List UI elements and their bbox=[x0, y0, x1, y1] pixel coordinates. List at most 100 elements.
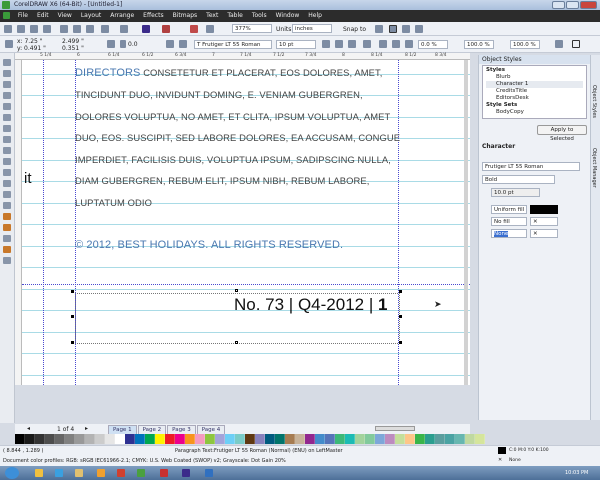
palette-swatch[interactable] bbox=[105, 434, 115, 444]
palette-swatch[interactable] bbox=[415, 434, 425, 444]
fill-tool-icon[interactable] bbox=[3, 246, 11, 253]
zoom-tool-icon[interactable] bbox=[3, 92, 11, 99]
zoom-level-field[interactable]: 377% bbox=[232, 24, 272, 33]
units-select[interactable]: inches bbox=[292, 24, 332, 33]
palette-swatch[interactable] bbox=[55, 434, 65, 444]
palette-swatch[interactable] bbox=[75, 434, 85, 444]
font-size-field[interactable]: 10.0 pt bbox=[491, 188, 540, 197]
word-spacing-field[interactable]: 100.0 % bbox=[464, 40, 494, 49]
palette-swatch[interactable] bbox=[305, 434, 315, 444]
redo-icon[interactable] bbox=[120, 25, 128, 33]
palette-swatch[interactable] bbox=[365, 434, 375, 444]
basic-shapes-tool-icon[interactable] bbox=[3, 158, 11, 165]
palette-swatch[interactable] bbox=[395, 434, 405, 444]
taskbar-app-icon[interactable] bbox=[35, 469, 43, 477]
outline-swatch[interactable]: ✕ bbox=[498, 457, 502, 463]
interactive-fill-tool-icon[interactable] bbox=[3, 257, 11, 264]
outline-tool-icon[interactable] bbox=[3, 235, 11, 242]
palette-swatch[interactable] bbox=[125, 434, 135, 444]
line-spacing-field[interactable]: 100.0 % bbox=[510, 40, 540, 49]
style-set-item[interactable]: BodyCopy bbox=[486, 109, 583, 116]
menu-effects[interactable]: Effects bbox=[143, 10, 163, 22]
palette-swatch[interactable] bbox=[355, 434, 365, 444]
text-tool-icon[interactable] bbox=[3, 169, 11, 176]
overprint-icon[interactable] bbox=[572, 40, 580, 48]
palette-swatch[interactable] bbox=[145, 434, 155, 444]
frame-icon[interactable] bbox=[555, 40, 563, 48]
palette-swatch[interactable] bbox=[95, 434, 105, 444]
dimension-tool-icon[interactable] bbox=[3, 191, 11, 198]
outline-type[interactable]: None bbox=[494, 231, 509, 237]
tab-page-2[interactable]: Page 2 bbox=[137, 425, 167, 434]
palette-swatch[interactable] bbox=[135, 434, 145, 444]
selection-handle[interactable] bbox=[71, 315, 74, 318]
tab-object-manager[interactable]: Object Manager bbox=[591, 148, 597, 188]
body-text-line[interactable]: IMPERDIET, FACILISIS DUIS, VOLUPTUA IPSU… bbox=[75, 154, 391, 165]
selection-handle[interactable] bbox=[399, 290, 402, 293]
body-text-line[interactable]: LUPTATUM ODIO bbox=[75, 197, 152, 208]
menu-tools[interactable]: Tools bbox=[252, 10, 267, 22]
application-launcher-icon[interactable] bbox=[190, 25, 198, 33]
ellipse-tool-icon[interactable] bbox=[3, 136, 11, 143]
style-sets-group[interactable]: Style Sets bbox=[486, 102, 583, 109]
palette-swatch[interactable] bbox=[15, 434, 25, 444]
palette-swatch[interactable] bbox=[465, 434, 475, 444]
tab-page-1[interactable]: Page 1 bbox=[108, 425, 137, 434]
first-page-button[interactable]: ◂ bbox=[27, 425, 30, 432]
palette-swatch[interactable] bbox=[85, 434, 95, 444]
horizontal-ruler[interactable]: 5 1/4 6 6 1/4 6 1/2 6 3/4 7 7 1/4 7 1/2 … bbox=[15, 53, 470, 60]
palette-swatch[interactable] bbox=[165, 434, 175, 444]
menu-file[interactable]: File bbox=[18, 10, 28, 22]
body-text-line[interactable]: DUO, EOS. SUSCIPIT, SED LABORE DOLORES, … bbox=[75, 132, 400, 143]
rectangle-tool-icon[interactable] bbox=[3, 125, 11, 132]
menu-table[interactable]: Table bbox=[227, 10, 243, 22]
vertical-ruler[interactable] bbox=[15, 60, 22, 385]
maximize-button[interactable] bbox=[566, 1, 579, 9]
font-size-field[interactable]: 10 pt bbox=[276, 40, 316, 49]
style-item[interactable]: Blurb bbox=[486, 74, 583, 81]
y-field[interactable]: y: 0.491 " bbox=[17, 45, 46, 52]
palette-swatch[interactable] bbox=[115, 434, 125, 444]
selection-handle[interactable] bbox=[71, 290, 74, 293]
table-tool-icon[interactable] bbox=[3, 180, 11, 187]
underline-icon[interactable] bbox=[348, 40, 356, 48]
palette-swatch[interactable] bbox=[455, 434, 465, 444]
bullet-list-icon[interactable] bbox=[379, 40, 387, 48]
taskbar-app-icon[interactable] bbox=[117, 469, 125, 477]
palette-swatch[interactable] bbox=[295, 434, 305, 444]
width-field[interactable]: 2.499 " bbox=[62, 38, 84, 45]
color-profiles[interactable]: Document color profiles: RGB: sRGB IEC61… bbox=[3, 458, 286, 464]
menu-text[interactable]: Text bbox=[206, 10, 218, 22]
cut-icon[interactable] bbox=[60, 25, 68, 33]
palette-swatch[interactable] bbox=[235, 434, 245, 444]
style-item[interactable]: EditorsDesk bbox=[486, 95, 583, 102]
fill-color-swatch[interactable] bbox=[530, 205, 558, 214]
open-icon[interactable] bbox=[17, 25, 25, 33]
snap-to-button[interactable]: Snap to bbox=[343, 26, 366, 33]
export-icon[interactable] bbox=[162, 25, 170, 33]
height-field[interactable]: 0.351 " bbox=[62, 45, 84, 52]
close-button[interactable] bbox=[580, 1, 597, 9]
pick-tool-icon[interactable] bbox=[3, 59, 11, 66]
smart-fill-tool-icon[interactable] bbox=[3, 114, 11, 121]
color-palette[interactable] bbox=[15, 434, 485, 444]
palette-swatch[interactable] bbox=[405, 434, 415, 444]
taskbar-app-icon[interactable] bbox=[160, 469, 168, 477]
selection-handle[interactable] bbox=[399, 315, 402, 318]
tab-page-4[interactable]: Page 4 bbox=[196, 425, 226, 434]
character-section-header[interactable]: Character bbox=[482, 143, 587, 150]
palette-swatch[interactable] bbox=[225, 434, 235, 444]
snap-grid-icon[interactable] bbox=[375, 25, 383, 33]
taskbar-app-icon[interactable] bbox=[182, 469, 190, 477]
mirror-horizontal-icon[interactable] bbox=[166, 40, 174, 48]
palette-swatch[interactable] bbox=[155, 434, 165, 444]
selection-handle[interactable] bbox=[71, 341, 74, 344]
palette-swatch[interactable] bbox=[245, 434, 255, 444]
connector-tool-icon[interactable] bbox=[3, 202, 11, 209]
taskbar-app-icon[interactable] bbox=[75, 469, 83, 477]
crop-tool-icon[interactable] bbox=[3, 81, 11, 88]
palette-swatch[interactable] bbox=[215, 434, 225, 444]
palette-swatch[interactable] bbox=[65, 434, 75, 444]
mirror-vertical-icon[interactable] bbox=[179, 40, 187, 48]
menu-layout[interactable]: Layout bbox=[81, 10, 101, 22]
